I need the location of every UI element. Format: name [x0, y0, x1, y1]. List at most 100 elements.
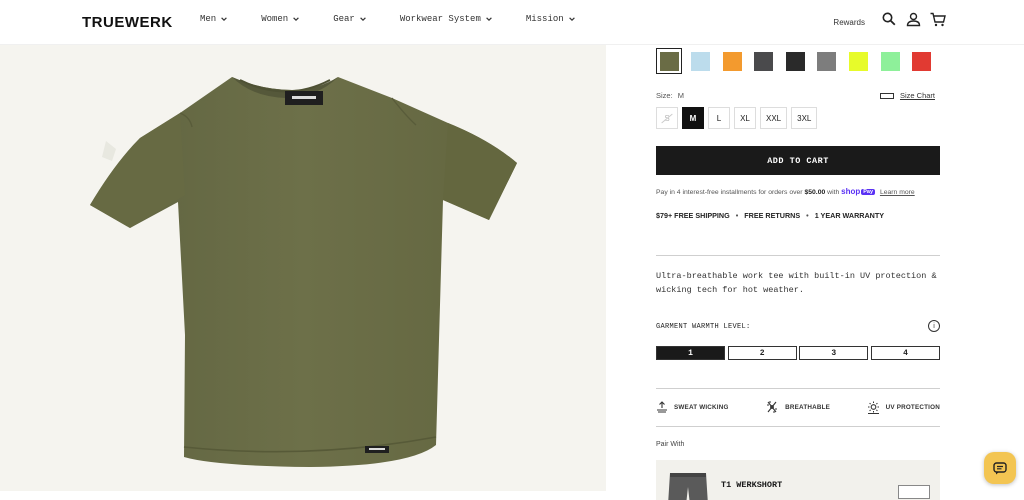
size-option[interactable]: XXL [760, 107, 788, 129]
color-swatch[interactable] [846, 48, 872, 74]
feature-label: UV PROTECTION [885, 403, 940, 411]
search-icon[interactable] [882, 12, 898, 28]
perk-free-returns: FREE RETURNS [744, 211, 801, 220]
brand-logo[interactable]: TRUEWERK [82, 14, 173, 31]
swatch-color [754, 51, 774, 71]
color-swatch[interactable] [877, 48, 903, 74]
swatch-color [912, 51, 932, 71]
learn-more-link[interactable]: Learn more [880, 189, 915, 196]
color-swatches [656, 48, 940, 74]
warmth-label: GARMENT WARMTH LEVEL: [656, 323, 751, 331]
perk-warranty: 1 YEAR WARRANTY [814, 211, 885, 220]
rewards-link[interactable]: Rewards [833, 18, 865, 27]
warmth-level: 2 [727, 346, 797, 360]
pair-with-label: Pair With [656, 441, 685, 448]
ruler-icon [879, 92, 894, 99]
installments-note: Pay in 4 interest-free installments for … [656, 187, 915, 196]
perk-separator: • [735, 211, 739, 220]
feature-label: SWEAT WICKING [674, 403, 729, 411]
pair-with-card[interactable]: T1 WERKSHORT [656, 460, 940, 500]
size-option[interactable]: 3XL [791, 107, 818, 129]
chevron-down-icon [486, 17, 492, 22]
perk-free-shipping: $79+ FREE SHIPPING [656, 211, 730, 220]
chevron-down-icon [221, 17, 228, 22]
chevron-down-icon [293, 17, 300, 22]
color-swatch[interactable] [656, 48, 682, 74]
feature-label: BREATHABLE [785, 403, 831, 411]
section-divider [656, 388, 940, 389]
warmth-level: 4 [870, 346, 940, 360]
size-label: Size: M [656, 91, 684, 100]
swatch-color [880, 51, 900, 71]
product-description: Ultra-breathable work tee with built-in … [656, 271, 937, 295]
color-swatch[interactable] [751, 48, 777, 74]
color-swatch[interactable] [719, 48, 745, 74]
uv-protection-icon [867, 401, 879, 414]
warmth-levels: 1234 [656, 346, 940, 360]
swatch-color [849, 51, 869, 71]
chevron-down-icon [568, 17, 575, 22]
breathable-icon [767, 401, 778, 413]
warmth-level: 1 [656, 346, 725, 360]
installments-amount: $50.00 [804, 189, 826, 196]
selected-size-value: M [677, 91, 684, 100]
feature-breathable: BREATHABLE [765, 400, 830, 414]
perks-line: $79+ FREE SHIPPING • FREE RETURNS • 1 YEAR W… [656, 211, 884, 220]
nav-item-label: Gear [333, 14, 355, 24]
color-swatch[interactable] [909, 48, 935, 74]
swatch-color [785, 51, 805, 71]
size-chart-link[interactable]: Size Chart [879, 91, 935, 100]
nav-item-men[interactable]: Men [200, 14, 228, 24]
size-option[interactable]: S [656, 107, 678, 129]
tshirt-illustration [90, 77, 517, 467]
cart-icon[interactable] [930, 12, 946, 28]
shop-pay-word: shop [841, 187, 861, 196]
feature-uv-protection: UV PROTECTION [867, 400, 940, 414]
size-options: S M L XL XXL 3XL [656, 107, 821, 129]
pair-add-button[interactable] [898, 485, 930, 499]
nav-item-label: Workwear System [399, 14, 481, 24]
swatch-color [691, 51, 711, 71]
size-option[interactable]: XL [734, 107, 756, 129]
size-option[interactable]: M [682, 107, 704, 129]
site-header: TRUEWERK Men Women Gear Workwear System … [0, 0, 1024, 45]
feature-list: SWEAT WICKING BREATHABLE UV PROTECTION [656, 400, 940, 414]
feature-sweat-wicking: SWEAT WICKING [656, 400, 729, 414]
nav-item-women[interactable]: Women [261, 14, 300, 24]
perk-separator: • [806, 211, 809, 220]
sweat-wicking-icon [657, 401, 667, 413]
shop-pay-badge: Pay [861, 189, 876, 195]
size-label-text: Size: [656, 91, 673, 100]
info-icon[interactable]: i [928, 320, 940, 332]
add-to-cart-button[interactable]: ADD TO CART [656, 146, 940, 175]
size-option[interactable]: L [708, 107, 730, 129]
size-chart-label: Size Chart [899, 91, 935, 100]
chevron-down-icon [360, 17, 366, 22]
installments-text: Pay in 4 interest-free installments for … [656, 189, 803, 196]
color-swatch[interactable] [814, 48, 840, 74]
swatch-color [659, 51, 679, 71]
nav-item-workwear-system[interactable]: Workwear System [400, 14, 493, 24]
nav-item-label: Mission [525, 14, 564, 24]
product-image[interactable] [0, 45, 606, 491]
chat-icon [993, 461, 1007, 474]
swatch-color [722, 51, 742, 71]
account-icon[interactable] [906, 12, 922, 28]
swatch-color [817, 51, 837, 71]
warmth-level: 3 [799, 346, 869, 360]
shop-pay-logo: shop Pay [841, 187, 876, 196]
section-divider [656, 426, 940, 427]
nav-item-label: Women [261, 14, 289, 24]
color-swatch[interactable] [782, 48, 808, 74]
chat-button[interactable] [984, 452, 1016, 484]
main-nav: Men Women Gear Workwear System Mission [200, 14, 609, 24]
nav-item-mission[interactable]: Mission [526, 14, 576, 24]
installments-with: with [827, 189, 840, 196]
header-actions: Rewards [833, 12, 946, 28]
pair-item-name[interactable]: T1 WERKSHORT [721, 480, 782, 490]
section-divider [656, 255, 940, 256]
werkshort-thumbnail [668, 473, 708, 500]
color-swatch[interactable] [688, 48, 714, 74]
nav-item-gear[interactable]: Gear [333, 14, 367, 24]
size-header: Size: M Size Chart [656, 91, 940, 100]
